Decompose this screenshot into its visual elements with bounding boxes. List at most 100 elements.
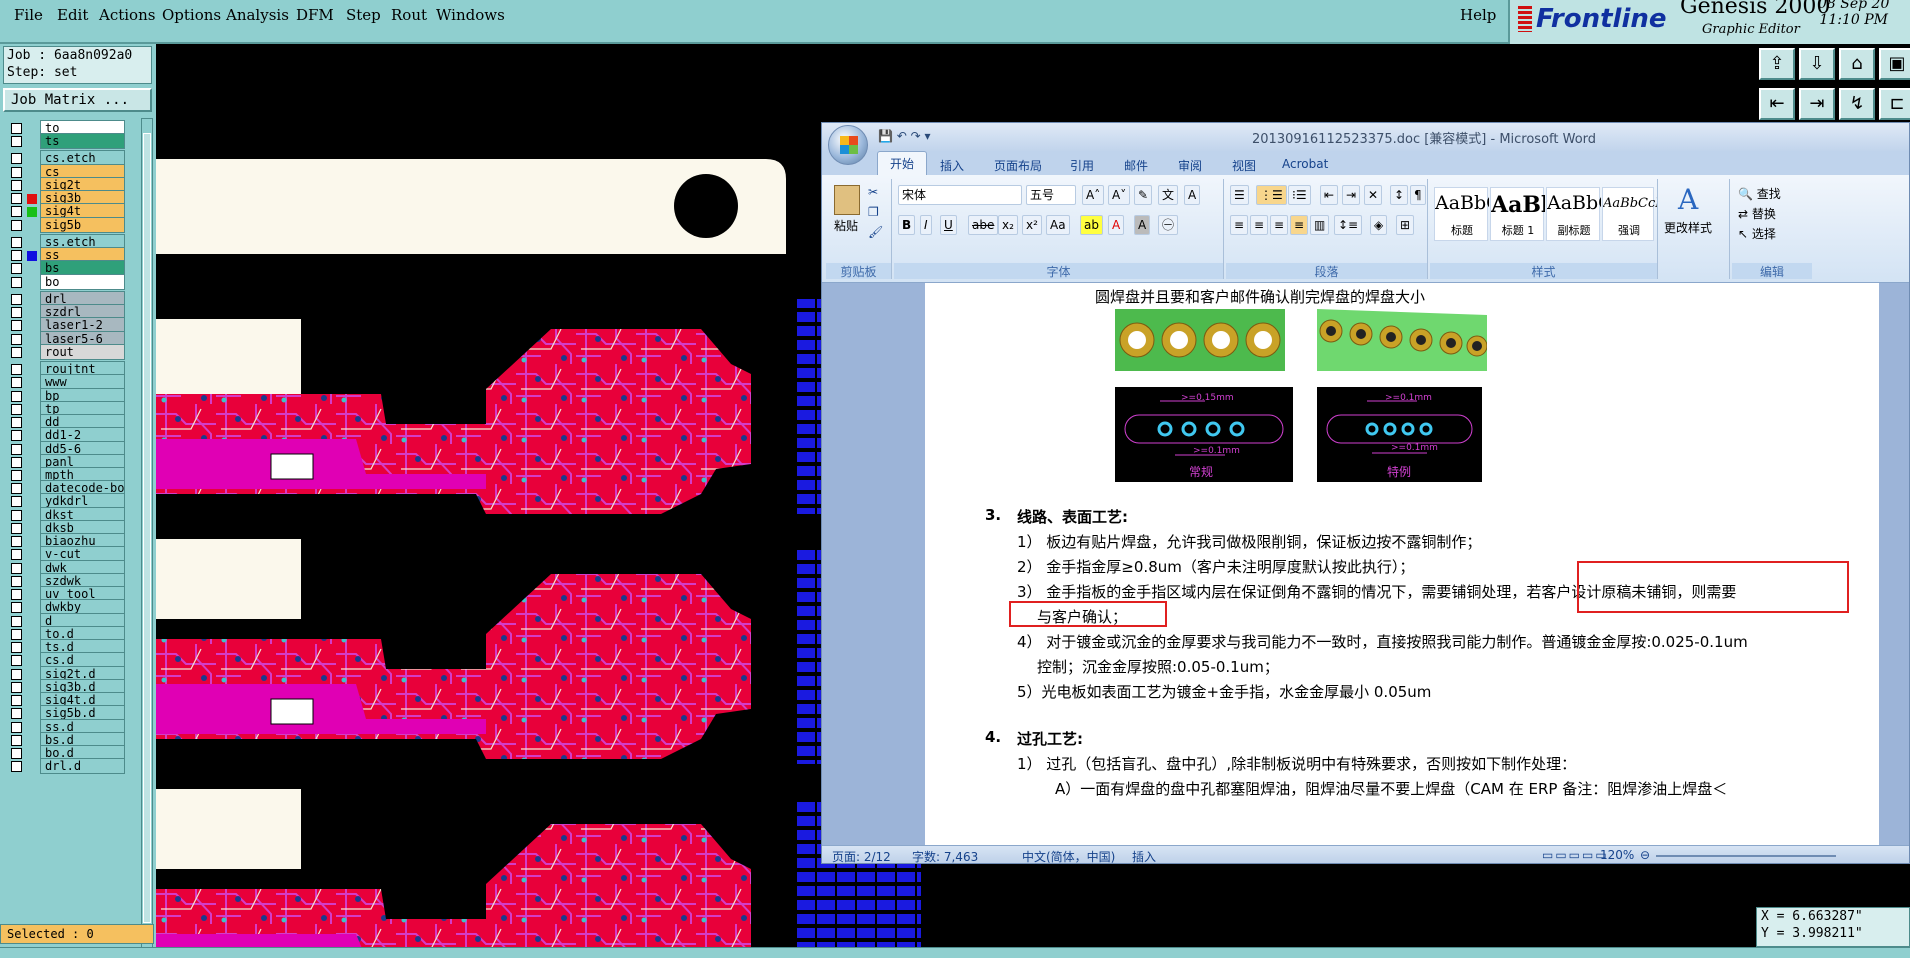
layer-row-bo[interactable]: bo (3, 273, 139, 290)
word-titlebar[interactable]: 💾 ↶ ↷ ▾ 20130916112523375.doc [兼容模式] - M… (822, 123, 1909, 151)
align-left-icon[interactable]: ≡ (1230, 215, 1249, 235)
decrease-indent-icon[interactable]: ⇤ (1320, 185, 1339, 205)
align-center-icon[interactable]: ≡ (1250, 215, 1269, 235)
increase-indent-icon[interactable]: ⇥ (1342, 185, 1361, 205)
zoom-slider[interactable] (1656, 855, 1836, 857)
layer-checkbox[interactable] (11, 276, 22, 288)
copy-icon[interactable]: ❐ (868, 205, 879, 219)
menu-options[interactable]: Options (162, 6, 221, 24)
job-matrix-button[interactable]: Job Matrix ... (3, 88, 152, 112)
cut-icon[interactable]: ✂ (868, 185, 878, 199)
tool-window-icon[interactable]: ▣ (1879, 48, 1910, 80)
view-buttons[interactable]: ▭▭▭▭▭ (1542, 848, 1609, 862)
tool-copy-down-icon[interactable]: ⇩ (1799, 48, 1835, 80)
numbering-icon[interactable]: ⋮☰ (1256, 185, 1287, 205)
tab-insert[interactable]: 插入 (940, 157, 964, 174)
tab-page-layout[interactable]: 页面布局 (994, 157, 1042, 174)
bold-icon[interactable]: B (898, 215, 916, 235)
tab-acrobat[interactable]: Acrobat (1282, 157, 1328, 171)
asian-layout-icon[interactable]: ✕ (1364, 185, 1383, 205)
grow-font-icon[interactable]: A˄ (1082, 185, 1105, 205)
tool-copy-up-icon[interactable]: ⇪ (1759, 48, 1795, 80)
menu-help[interactable]: Help (1460, 6, 1496, 24)
font-color-icon[interactable]: A (1108, 215, 1125, 235)
zoom-out-icon[interactable]: ⊖ (1640, 848, 1650, 862)
tab-references[interactable]: 引用 (1070, 157, 1094, 174)
menu-windows[interactable]: Windows (436, 6, 505, 24)
layer-list-scrollbar[interactable] (141, 118, 153, 958)
underline-icon[interactable]: U (940, 215, 957, 235)
line-spacing-icon[interactable]: ↕≡ (1334, 215, 1363, 235)
clear-format-icon[interactable]: ✎ (1134, 185, 1153, 205)
style-subtitle[interactable]: AaBbC 副标题 (1546, 187, 1601, 241)
office-button[interactable] (828, 125, 868, 165)
select-button[interactable]: ↖ 选择 (1738, 225, 1776, 242)
layer-row-rout[interactable]: rout (3, 343, 139, 360)
layer-checkbox[interactable] (11, 219, 22, 231)
layer-name[interactable]: bo (40, 273, 125, 290)
format-painter-icon[interactable]: 🖌 (868, 225, 883, 239)
menu-step[interactable]: Step (346, 6, 381, 24)
font-name-select[interactable]: 宋体 (898, 185, 1022, 205)
bullets-icon[interactable]: ☰ (1230, 185, 1249, 205)
layer-checkbox[interactable] (11, 136, 22, 148)
layer-row-sig5b[interactable]: sig5b (3, 216, 139, 233)
align-right-icon[interactable]: ≡ (1270, 215, 1289, 235)
tab-review[interactable]: 审阅 (1178, 157, 1202, 174)
tool-snap-icon[interactable]: ⊏ (1879, 88, 1910, 120)
language-indicator[interactable]: 中文(简体，中国) (1022, 848, 1115, 863)
menu-analysis[interactable]: Analysis (226, 6, 289, 24)
layer-name[interactable]: drl.d (40, 758, 125, 775)
subscript-icon[interactable]: x₂ (998, 215, 1018, 235)
tab-home[interactable]: 开始 (877, 151, 928, 175)
pcb-unit-3[interactable] (156, 789, 921, 958)
page-indicator[interactable]: 页面: 2/12 (832, 848, 891, 863)
insert-mode[interactable]: 插入 (1132, 848, 1156, 863)
multilevel-icon[interactable]: ⁝☰ (1288, 185, 1311, 205)
document-page[interactable]: 圆焊盘并且要和客户邮件确认削完焊盘的焊盘大小 >=0.15mm >=0.1mm (925, 283, 1879, 845)
strikethrough-icon[interactable]: abe (968, 215, 999, 235)
distribute-icon[interactable]: ▥ (1310, 215, 1330, 235)
phonetic-icon[interactable]: 文 (1158, 185, 1179, 205)
layer-name[interactable]: ts (40, 133, 125, 150)
word-count[interactable]: 字数: 7,463 (912, 848, 978, 863)
tab-view[interactable]: 视图 (1232, 157, 1256, 174)
menu-file[interactable]: File (14, 6, 43, 24)
style-title[interactable]: AaBbC 标题 (1434, 187, 1489, 241)
quick-access-toolbar[interactable]: 💾 ↶ ↷ ▾ (878, 129, 931, 143)
tool-right-icon[interactable]: ⇥ (1799, 88, 1835, 120)
font-size-select[interactable]: 五号 (1026, 185, 1076, 205)
layer-checkbox[interactable] (11, 346, 22, 358)
tool-route-icon[interactable]: ↯ (1839, 88, 1875, 120)
document-area[interactable]: 圆焊盘并且要和客户邮件确认削完焊盘的焊盘大小 >=0.15mm >=0.1mm (822, 283, 1909, 845)
replace-button[interactable]: ⇄ 替换 (1738, 205, 1776, 222)
style-heading1[interactable]: AaBl 标题 1 (1490, 187, 1545, 241)
change-styles-icon[interactable]: A (1678, 183, 1698, 216)
find-button[interactable]: 🔍 查找 (1738, 185, 1781, 202)
paste-button[interactable]: 粘贴 (834, 217, 858, 234)
char-border-icon[interactable]: A (1184, 185, 1201, 205)
show-marks-icon[interactable]: ¶ (1410, 185, 1426, 205)
style-emphasis[interactable]: AaBbCcD 强调 (1602, 187, 1657, 241)
scrollbar-thumb[interactable] (143, 133, 151, 923)
layer-row-ts[interactable]: ts (3, 133, 139, 150)
shading-icon[interactable]: ◈ (1370, 215, 1388, 235)
layer-row-drl.d[interactable]: drl.d (3, 758, 139, 775)
justify-icon[interactable]: ≡ (1290, 215, 1309, 235)
tool-left-icon[interactable]: ⇤ (1759, 88, 1795, 120)
menu-dfm[interactable]: DFM (296, 6, 334, 24)
menu-rout[interactable]: Rout (391, 6, 427, 24)
change-styles-button[interactable]: 更改样式 (1664, 219, 1712, 236)
highlight-icon[interactable]: ab (1080, 215, 1103, 235)
shrink-font-icon[interactable]: A˅ (1108, 185, 1131, 205)
enclose-char-icon[interactable]: ㊀ (1158, 215, 1179, 235)
pcb-unit-1[interactable] (156, 299, 921, 514)
zoom-level[interactable]: 120% (1600, 848, 1634, 862)
word-window[interactable]: 💾 ↶ ↷ ▾ 20130916112523375.doc [兼容模式] - M… (821, 122, 1910, 864)
change-case-icon[interactable]: Aa (1046, 215, 1070, 235)
char-shading-icon[interactable]: A (1134, 215, 1151, 235)
sort-icon[interactable]: ↕ (1390, 185, 1409, 205)
layer-name[interactable]: rout (40, 343, 125, 360)
borders-icon[interactable]: ⊞ (1396, 215, 1415, 235)
layer-name[interactable]: sig5b (40, 216, 125, 233)
